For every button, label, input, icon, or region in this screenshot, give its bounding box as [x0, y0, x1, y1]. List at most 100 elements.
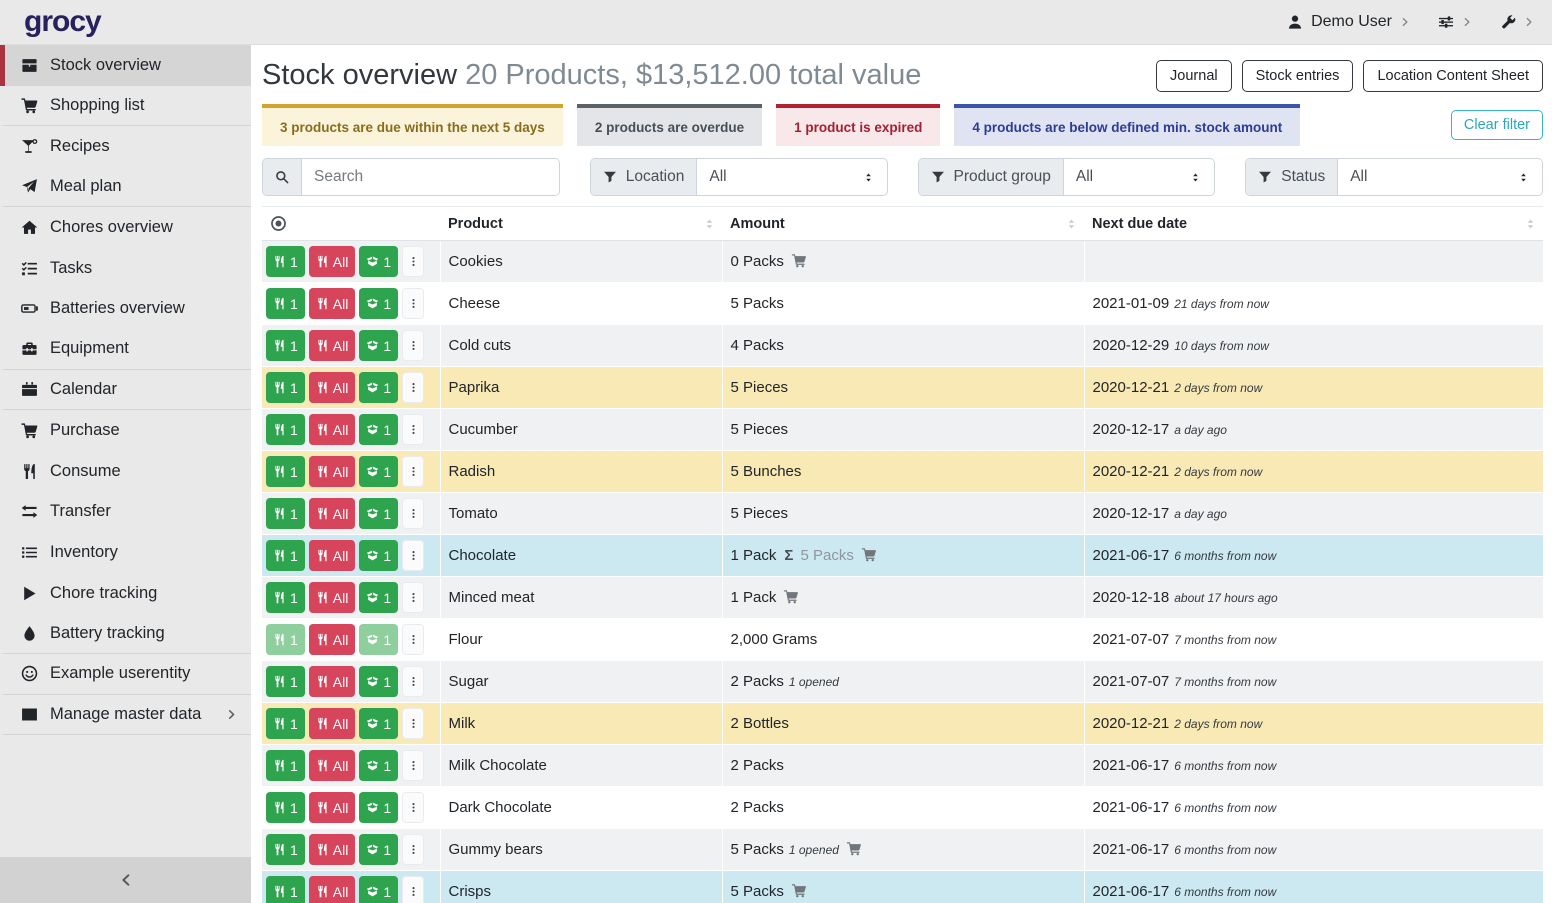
consume-all-button[interactable]: All — [309, 792, 356, 823]
open-one-button[interactable]: 1 — [359, 414, 398, 445]
sidebar-item-calendar[interactable]: Calendar — [0, 370, 251, 411]
sidebar-item-transfer[interactable]: Transfer — [0, 492, 251, 533]
open-one-button[interactable]: 1 — [359, 750, 398, 781]
search-input[interactable] — [302, 159, 559, 195]
open-one-button[interactable]: 1 — [359, 666, 398, 697]
row-menu-button[interactable] — [402, 330, 424, 361]
sidebar-item-shopping-list[interactable]: Shopping list — [0, 86, 251, 127]
shopping-cart-icon[interactable] — [846, 841, 862, 856]
open-one-button[interactable]: 1 — [359, 834, 398, 865]
row-menu-button[interactable] — [402, 792, 424, 823]
alert-secondary[interactable]: 2 products are overdue — [577, 104, 762, 146]
consume-all-button[interactable]: All — [309, 372, 356, 403]
row-menu-button[interactable] — [402, 540, 424, 571]
consume-one-button[interactable]: 1 — [266, 876, 305, 903]
sidebar-item-chore-tracking[interactable]: Chore tracking — [0, 573, 251, 614]
consume-all-button[interactable]: All — [309, 456, 356, 487]
consume-all-button[interactable]: All — [309, 624, 356, 655]
row-menu-button[interactable] — [402, 876, 424, 903]
sidebar-item-purchase[interactable]: Purchase — [0, 410, 251, 451]
open-one-button[interactable]: 1 — [359, 372, 398, 403]
alert-warning[interactable]: 3 products are due within the next 5 day… — [262, 104, 563, 146]
consume-one-button[interactable]: 1 — [266, 666, 305, 697]
open-one-button[interactable]: 1 — [359, 792, 398, 823]
row-menu-button[interactable] — [402, 498, 424, 529]
shopping-cart-icon[interactable] — [791, 883, 807, 898]
consume-one-button[interactable]: 1 — [266, 456, 305, 487]
alert-danger[interactable]: 1 product is expired — [776, 104, 940, 146]
consume-one-button[interactable]: 1 — [266, 540, 305, 571]
sidebar-item-inventory[interactable]: Inventory — [0, 532, 251, 573]
consume-all-button[interactable]: All — [309, 498, 356, 529]
open-one-button[interactable]: 1 — [359, 246, 398, 277]
row-menu-button[interactable] — [402, 246, 424, 277]
consume-all-button[interactable]: All — [309, 876, 356, 903]
open-one-button[interactable]: 1 — [359, 330, 398, 361]
sidebar-item-example-userentity[interactable]: Example userentity — [0, 654, 251, 695]
open-one-button[interactable]: 1 — [359, 582, 398, 613]
consume-all-button[interactable]: All — [309, 582, 356, 613]
sidebar-item-recipes[interactable]: Recipes — [0, 126, 251, 167]
consume-all-button[interactable]: All — [309, 834, 356, 865]
user-menu[interactable]: Demo User — [1287, 13, 1410, 31]
row-menu-button[interactable] — [402, 666, 424, 697]
clear-filter-button[interactable]: Clear filter — [1451, 110, 1543, 140]
sidebar-item-batteries-overview[interactable]: Batteries overview — [0, 289, 251, 330]
location-select[interactable]: All — [697, 159, 886, 195]
location-content-sheet-button[interactable]: Location Content Sheet — [1363, 60, 1543, 92]
sidebar-item-meal-plan[interactable]: Meal plan — [0, 167, 251, 208]
consume-all-button[interactable]: All — [309, 666, 356, 697]
sidebar-collapse-button[interactable] — [0, 857, 251, 903]
row-menu-button[interactable] — [402, 834, 424, 865]
next-due-date-column-header[interactable]: Next due date — [1084, 207, 1543, 241]
admin-menu[interactable] — [1500, 14, 1534, 30]
sidebar-item-battery-tracking[interactable]: Battery tracking — [0, 613, 251, 654]
consume-all-button[interactable]: All — [309, 750, 356, 781]
consume-one-button[interactable]: 1 — [266, 288, 305, 319]
journal-button[interactable]: Journal — [1156, 60, 1232, 92]
consume-all-button[interactable]: All — [309, 540, 356, 571]
product-group-select[interactable]: All — [1064, 159, 1214, 195]
open-one-button[interactable]: 1 — [359, 288, 398, 319]
consume-one-button[interactable]: 1 — [266, 372, 305, 403]
amount-column-header[interactable]: Amount — [722, 207, 1084, 241]
consume-one-button[interactable]: 1 — [266, 624, 305, 655]
consume-one-button[interactable]: 1 — [266, 582, 305, 613]
row-menu-button[interactable] — [402, 624, 424, 655]
row-menu-button[interactable] — [402, 750, 424, 781]
shopping-cart-icon[interactable] — [791, 253, 807, 268]
stock-entries-button[interactable]: Stock entries — [1242, 60, 1354, 92]
consume-all-button[interactable]: All — [309, 708, 356, 739]
sidebar-item-equipment[interactable]: Equipment — [0, 329, 251, 370]
open-one-button[interactable]: 1 — [359, 876, 398, 903]
shopping-cart-icon[interactable] — [783, 589, 799, 604]
consume-all-button[interactable]: All — [309, 246, 356, 277]
shopping-cart-icon[interactable] — [861, 547, 877, 562]
open-one-button[interactable]: 1 — [359, 498, 398, 529]
open-one-button[interactable]: 1 — [359, 708, 398, 739]
row-menu-button[interactable] — [402, 414, 424, 445]
sidebar-item-tasks[interactable]: Tasks — [0, 248, 251, 289]
open-one-button[interactable]: 1 — [359, 456, 398, 487]
row-menu-button[interactable] — [402, 708, 424, 739]
consume-one-button[interactable]: 1 — [266, 792, 305, 823]
consume-all-button[interactable]: All — [309, 330, 356, 361]
consume-one-button[interactable]: 1 — [266, 834, 305, 865]
sidebar-item-manage-master-data[interactable]: Manage master data — [0, 695, 251, 736]
open-one-button[interactable]: 1 — [359, 624, 398, 655]
consume-all-button[interactable]: All — [309, 288, 356, 319]
consume-one-button[interactable]: 1 — [266, 414, 305, 445]
open-one-button[interactable]: 1 — [359, 540, 398, 571]
row-menu-button[interactable] — [402, 372, 424, 403]
consume-one-button[interactable]: 1 — [266, 330, 305, 361]
product-column-header[interactable]: Product — [440, 207, 722, 241]
consume-one-button[interactable]: 1 — [266, 246, 305, 277]
settings-menu[interactable] — [1438, 14, 1472, 30]
consume-all-button[interactable]: All — [309, 414, 356, 445]
row-menu-button[interactable] — [402, 456, 424, 487]
sidebar-item-consume[interactable]: Consume — [0, 451, 251, 492]
sidebar-item-chores-overview[interactable]: Chores overview — [0, 207, 251, 248]
row-menu-button[interactable] — [402, 582, 424, 613]
consume-one-button[interactable]: 1 — [266, 708, 305, 739]
alert-info[interactable]: 4 products are below defined min. stock … — [954, 104, 1300, 146]
